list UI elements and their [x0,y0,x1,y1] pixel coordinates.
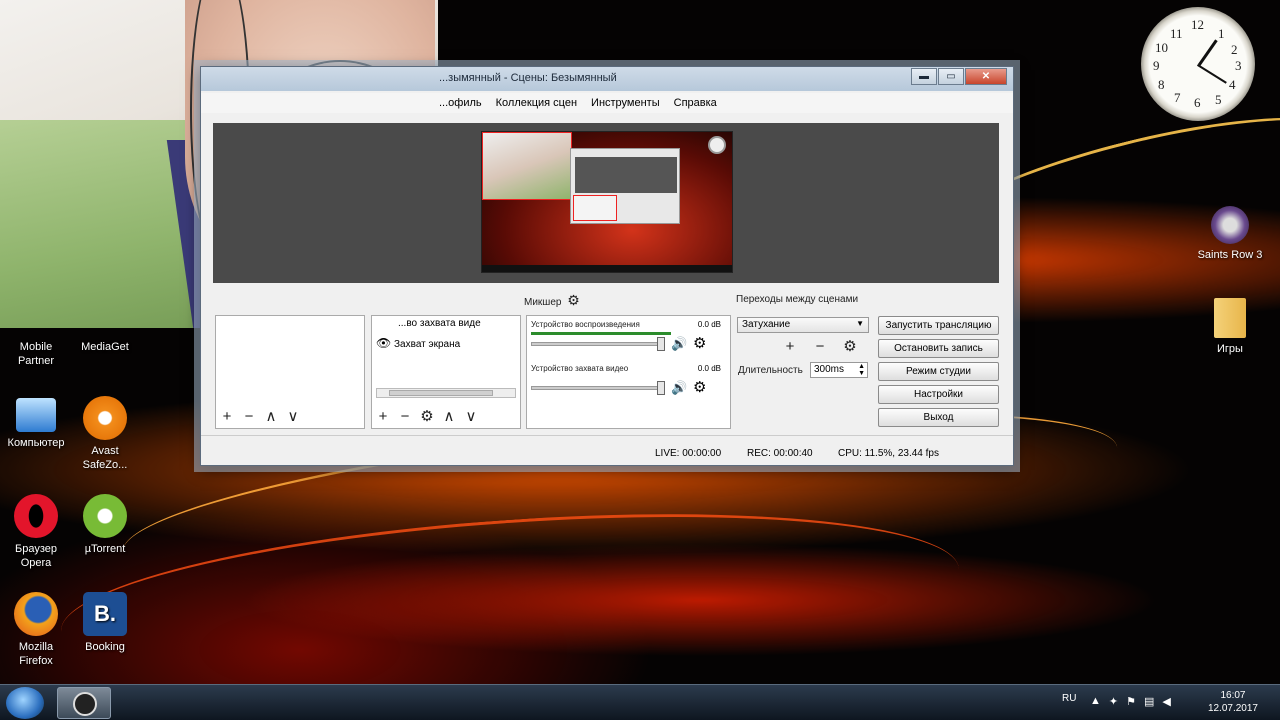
desktop-icon-saints-row[interactable]: Saints Row 3 [1188,206,1272,262]
speaker-icon[interactable]: 🔊 [671,380,687,396]
preview-webcam-source [482,132,572,200]
visibility-eye-icon[interactable]: 👁 [376,336,391,350]
menu-help[interactable]: Справка [674,97,717,113]
studio-mode-button[interactable]: Режим студии [878,362,999,381]
mixer-track-capture: Устройство захвата видео 0.0 dB 🔊 ⚙ [531,364,721,396]
exit-button[interactable]: Выход [878,408,999,427]
move-source-up-button[interactable]: ∧ [441,407,457,425]
desktop-icon-booking[interactable]: B. Booking [65,592,145,654]
settings-button[interactable]: Настройки [878,385,999,404]
maximize-button[interactable]: ▭ [938,68,964,85]
start-streaming-button[interactable]: Запустить трансляцию [878,316,999,335]
transition-select[interactable]: Затухание ▼ [737,317,869,333]
preview-canvas[interactable] [213,123,999,283]
mixer-label: Микшер ⚙ [524,292,580,308]
opera-icon [14,494,58,538]
volume-slider-thumb[interactable] [657,337,665,351]
rec-status: REC: 00:00:40 [747,448,813,459]
taskbar: RU ▲ ✦ ⚑ ▤ ◀ 16:07 12.07.2017 [0,684,1280,720]
minute-hand [1196,64,1227,84]
volume-meter [531,332,671,335]
start-button[interactable] [6,687,44,719]
tray-flag-icon[interactable]: ⚑ [1126,695,1136,708]
saints-row-icon [1211,206,1249,244]
remove-transition-button[interactable]: − [812,338,828,355]
horizontal-scrollbar[interactable] [376,388,516,398]
booking-icon: B. [83,592,127,636]
firefox-icon [14,592,58,636]
menu-tools[interactable]: Инструменты [591,97,660,113]
chevron-down-icon: ▼ [856,319,864,328]
volume-slider[interactable] [531,342,661,346]
label: Mobile Partner [17,341,55,367]
desktop-icon-utorrent[interactable]: µTorrent [65,494,145,556]
sources-toolbar: + − ⚙ ∧ ∨ [375,407,479,426]
duration-spinbox[interactable]: 300ms ▲ ▼ [810,362,868,378]
track-settings-gear-icon[interactable]: ⚙ [693,334,706,352]
obs-window: ...зымянный - Сцены: Безымянный ▬ ▭ ✕ ..… [200,66,1014,466]
menu-scene-collection[interactable]: Коллекция сцен [496,97,577,113]
language-indicator[interactable]: RU [1062,693,1076,704]
status-bar: LIVE: 00:00:00 REC: 00:00:40 CPU: 11.5%,… [201,435,1013,465]
remove-scene-button[interactable]: − [241,408,257,425]
source-item[interactable]: ...во захвата виде [398,318,481,329]
tray-volume-icon[interactable]: ◀ [1162,695,1170,708]
live-status: LIVE: 00:00:00 [655,448,722,459]
desktop-clock-gadget[interactable]: 12 1 2 3 4 5 6 7 8 9 10 11 [1141,7,1255,121]
clock-time[interactable]: 16:07 12.07.2017 [1208,689,1258,715]
tray-network-icon[interactable]: ▤ [1144,695,1154,708]
move-scene-down-button[interactable]: ∨ [285,407,301,425]
tray-app-icon[interactable]: ✦ [1109,695,1118,708]
desktop-icon-games[interactable]: Игры [1188,298,1272,356]
tray-expand-icon[interactable]: ▲ [1090,695,1101,708]
cpu-status: CPU: 11.5%, 23.44 fps [838,448,939,459]
stop-recording-button[interactable]: Остановить запись [878,339,999,358]
window-title: ...зымянный - Сцены: Безымянный [439,72,617,84]
menu-bar: ...офиль Коллекция сцен Инструменты Спра… [201,93,1013,113]
desktop-icon-avast[interactable]: Avast SafeZo... [65,396,145,472]
remove-source-button[interactable]: − [397,408,413,425]
mixer-track-playback: Устройство воспроизведения 0.0 dB 🔊 ⚙ [531,320,721,352]
add-transition-button[interactable]: + [782,338,798,355]
system-tray: RU ▲ ✦ ⚑ ▤ ◀ 16:07 12.07.2017 [1050,685,1280,720]
add-source-button[interactable]: + [375,408,391,425]
transitions-label: Переходы между сценами [736,294,859,305]
audio-mixer: Устройство воспроизведения 0.0 dB 🔊 ⚙ Ус… [526,315,731,429]
transitions-toolbar: + − ⚙ [782,337,858,356]
transition-settings-gear-icon[interactable]: ⚙ [842,337,858,355]
volume-slider[interactable] [531,386,661,390]
scenes-toolbar: + − ∧ ∨ [219,407,301,426]
games-folder-icon [1214,298,1246,338]
move-source-down-button[interactable]: ∨ [463,407,479,425]
computer-icon [16,398,56,432]
hour-hand [1198,39,1218,66]
obs-icon [73,692,97,716]
desktop-icon-mediaget[interactable]: MediaGet [65,340,145,354]
obs-titlebar[interactable]: ...зымянный - Сцены: Безымянный ▬ ▭ ✕ [201,67,1013,91]
add-scene-button[interactable]: + [219,408,235,425]
source-item[interactable]: 👁 Захват экрана [376,336,460,350]
volume-slider-thumb[interactable] [657,381,665,395]
move-scene-up-button[interactable]: ∧ [263,407,279,425]
speaker-icon[interactable]: 🔊 [671,336,687,352]
close-button[interactable]: ✕ [965,68,1007,85]
duration-label: Длительность [738,365,803,376]
track-settings-gear-icon[interactable]: ⚙ [693,378,706,396]
minimize-button[interactable]: ▬ [911,68,937,85]
taskbar-obs-button[interactable] [57,687,111,719]
source-settings-gear-icon[interactable]: ⚙ [419,407,435,425]
utorrent-icon [83,494,127,538]
preview-screen-capture [481,131,733,273]
menu-profile[interactable]: ...офиль [439,97,482,113]
avast-icon [83,396,127,440]
mixer-gear-icon[interactable]: ⚙ [567,292,580,308]
spinner-arrows-icon[interactable]: ▲ ▼ [858,363,865,377]
